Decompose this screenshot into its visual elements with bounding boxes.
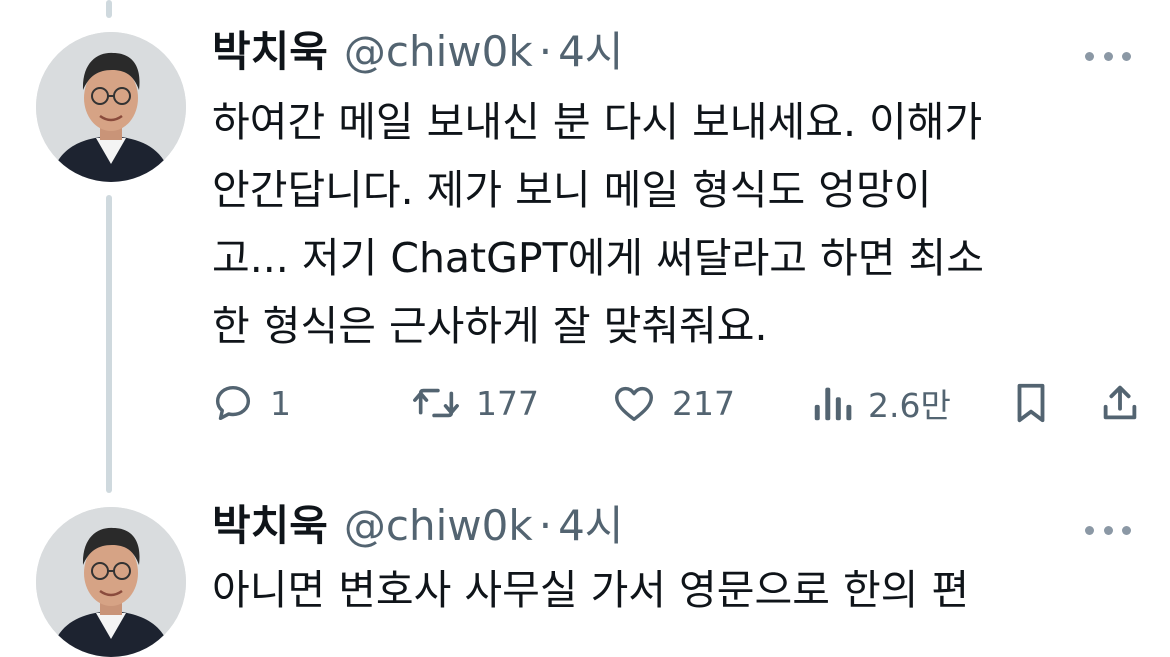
- tweet-actions: 1 177 217 2.6만: [210, 378, 1160, 428]
- avatar[interactable]: [36, 507, 186, 657]
- separator: ·: [538, 27, 553, 76]
- author-name[interactable]: 박치욱: [212, 502, 328, 550]
- thread-line-connector: [106, 195, 112, 493]
- timestamp[interactable]: 4시: [558, 502, 623, 550]
- views-icon: [814, 387, 852, 421]
- share-icon: [1103, 385, 1137, 420]
- separator: ·: [538, 501, 553, 550]
- reply-count: 1: [270, 383, 291, 423]
- reply-button[interactable]: 1: [210, 378, 291, 428]
- author-handle[interactable]: @chiw0k: [344, 502, 533, 550]
- tweet-text: 아니면 변호사 사무실 가서 영문으로 한의 편: [212, 566, 970, 614]
- views-count: 2.6만: [868, 386, 951, 425]
- like-button[interactable]: 217: [610, 378, 735, 428]
- more-icon[interactable]: [1085, 46, 1131, 66]
- tweet-header: 박치욱 @chiw0k · 4시: [212, 502, 623, 550]
- bookmark-button[interactable]: [1010, 378, 1052, 428]
- like-icon: [615, 386, 653, 422]
- thread-line-top: [106, 0, 112, 18]
- timestamp[interactable]: 4시: [558, 28, 623, 76]
- retweet-icon: [413, 388, 459, 418]
- share-button[interactable]: [1098, 378, 1142, 428]
- reply-icon: [215, 385, 251, 421]
- views-button[interactable]: 2.6만: [810, 378, 951, 428]
- like-count: 217: [672, 383, 735, 423]
- tweet-text: 하여간 메일 보내신 분 다시 보내세요. 이해가 안간답니다. 제가 보니 메…: [212, 98, 984, 350]
- author-handle[interactable]: @chiw0k: [344, 28, 533, 76]
- tweet-header: 박치욱 @chiw0k · 4시: [212, 28, 623, 76]
- avatar[interactable]: [36, 32, 186, 182]
- more-icon[interactable]: [1085, 520, 1131, 540]
- bookmark-icon: [1017, 383, 1045, 423]
- retweet-button[interactable]: 177: [410, 378, 539, 428]
- profile-photo-icon: [36, 507, 186, 657]
- retweet-count: 177: [476, 383, 539, 423]
- profile-photo-icon: [36, 32, 186, 182]
- author-name[interactable]: 박치욱: [212, 28, 328, 76]
